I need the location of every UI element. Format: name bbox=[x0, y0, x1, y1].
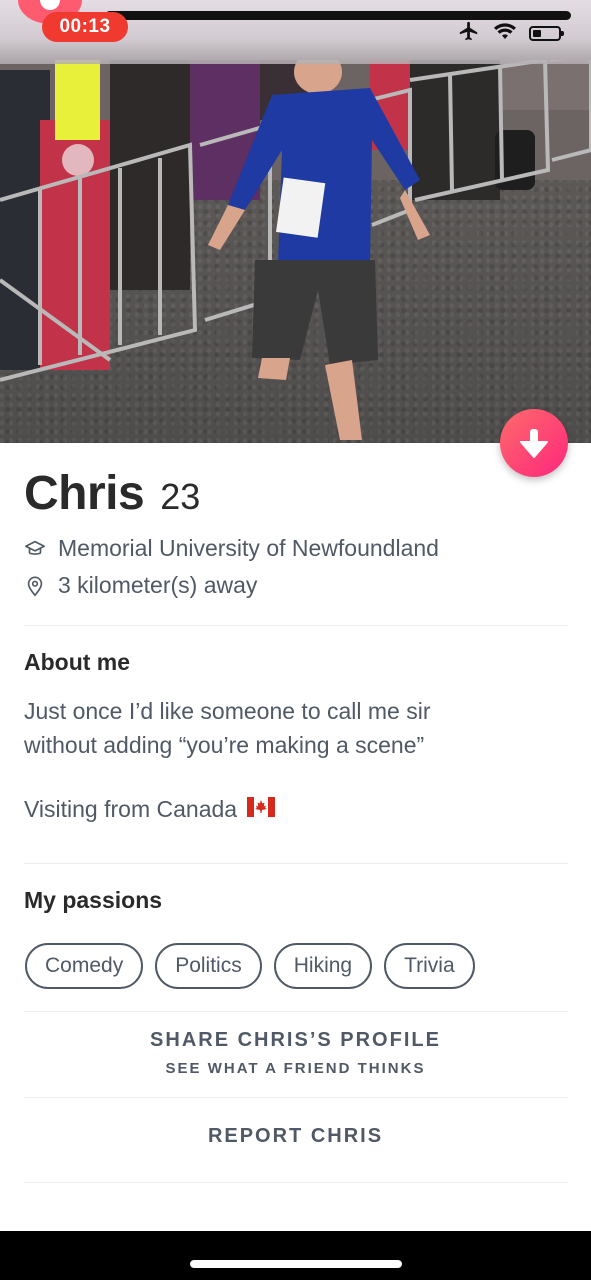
graduation-cap-icon bbox=[24, 538, 46, 560]
recording-timer[interactable]: 00:13 bbox=[42, 12, 128, 42]
profile-age: 23 bbox=[160, 476, 201, 517]
visiting-text: Visiting from Canada bbox=[24, 796, 238, 822]
canada-flag-icon bbox=[247, 792, 276, 826]
story-progress-bar bbox=[105, 11, 571, 20]
photo-scene bbox=[0, 60, 591, 440]
visiting-row: Visiting from Canada bbox=[24, 792, 564, 826]
name-age-row: Chris 23 bbox=[24, 466, 200, 521]
passion-chip: Trivia bbox=[384, 943, 475, 989]
battery-icon bbox=[529, 26, 564, 41]
distance-text: 3 kilometer(s) away bbox=[58, 572, 258, 598]
home-indicator[interactable] bbox=[190, 1260, 402, 1268]
about-bio: Just once I’d like someone to call me si… bbox=[24, 694, 564, 762]
wifi-icon bbox=[493, 22, 517, 45]
divider bbox=[24, 1097, 568, 1098]
system-status-icons bbox=[457, 20, 564, 47]
share-profile-label: SHARE CHRIS’S PROFILE bbox=[150, 1029, 441, 1051]
profile-photo[interactable] bbox=[0, 0, 591, 443]
share-profile-button[interactable]: SHARE CHRIS’S PROFILE SEE WHAT A FRIEND … bbox=[0, 1029, 591, 1077]
location-pin-icon bbox=[24, 575, 46, 597]
share-profile-sublabel: SEE WHAT A FRIEND THINKS bbox=[165, 1060, 426, 1077]
airplane-mode-icon bbox=[457, 20, 481, 47]
bottom-safe-area bbox=[0, 1231, 591, 1280]
passions-list: Comedy Politics Hiking Trivia bbox=[25, 943, 475, 989]
profile-screen: 00:13 Chris 23 Memorial University of Ne… bbox=[0, 0, 591, 1280]
passion-chip: Comedy bbox=[25, 943, 144, 989]
collapse-profile-button[interactable] bbox=[500, 409, 568, 477]
distance-row: 3 kilometer(s) away bbox=[24, 572, 257, 599]
school-row: Memorial University of Newfoundland bbox=[24, 535, 439, 562]
school-name: Memorial University of Newfoundland bbox=[58, 535, 439, 561]
passion-chip: Hiking bbox=[273, 943, 373, 989]
divider bbox=[24, 625, 568, 626]
arrow-down-icon bbox=[520, 429, 548, 458]
report-label: REPORT CHRIS bbox=[207, 1125, 384, 1147]
divider bbox=[24, 1011, 568, 1012]
divider bbox=[24, 1182, 568, 1183]
bio-line: Just once I’d like someone to call me si… bbox=[24, 698, 431, 724]
passion-chip: Politics bbox=[155, 943, 262, 989]
report-button[interactable]: REPORT CHRIS bbox=[0, 1125, 591, 1148]
about-title: About me bbox=[24, 649, 131, 675]
divider bbox=[24, 863, 568, 864]
passions-title: My passions bbox=[24, 887, 163, 913]
profile-name: Chris bbox=[24, 467, 145, 520]
bio-line: without adding “you’re making a scene” bbox=[24, 732, 425, 758]
